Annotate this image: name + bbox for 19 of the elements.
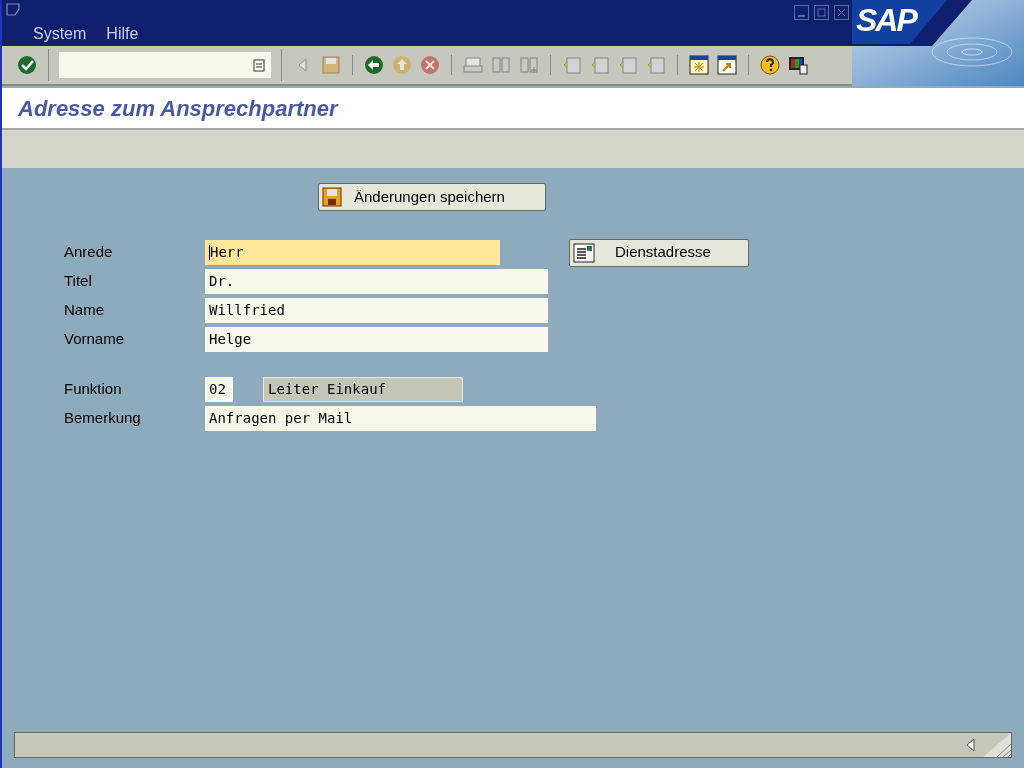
- logo-text: SAP: [856, 4, 916, 36]
- field-label: Bemerkung: [64, 408, 142, 429]
- input-field[interactable]: Helge: [205, 327, 548, 352]
- field-label: Vorname: [64, 329, 126, 350]
- field-label: Funktion: [64, 379, 123, 400]
- field-label: Titel: [64, 271, 93, 292]
- input-field[interactable]: 02: [205, 377, 233, 402]
- service-address-button[interactable]: Dienstadresse: [569, 238, 749, 267]
- display-field: Leiter Einkauf: [263, 377, 463, 402]
- input-field[interactable]: Herr: [205, 240, 500, 265]
- field-label: Anrede: [64, 242, 114, 263]
- input-field[interactable]: Willfried: [205, 298, 548, 323]
- screen-title: Adresse zum Ansprechpartner: [18, 94, 338, 123]
- field-label: Name: [64, 300, 105, 321]
- save-changes-button[interactable]: Änderungen speichern: [318, 183, 546, 211]
- input-field[interactable]: Dr.: [205, 269, 548, 294]
- menu-item[interactable]: Hilfe: [106, 22, 139, 46]
- menu-item[interactable]: System: [33, 22, 87, 46]
- input-field[interactable]: Anfragen per Mail: [205, 406, 596, 431]
